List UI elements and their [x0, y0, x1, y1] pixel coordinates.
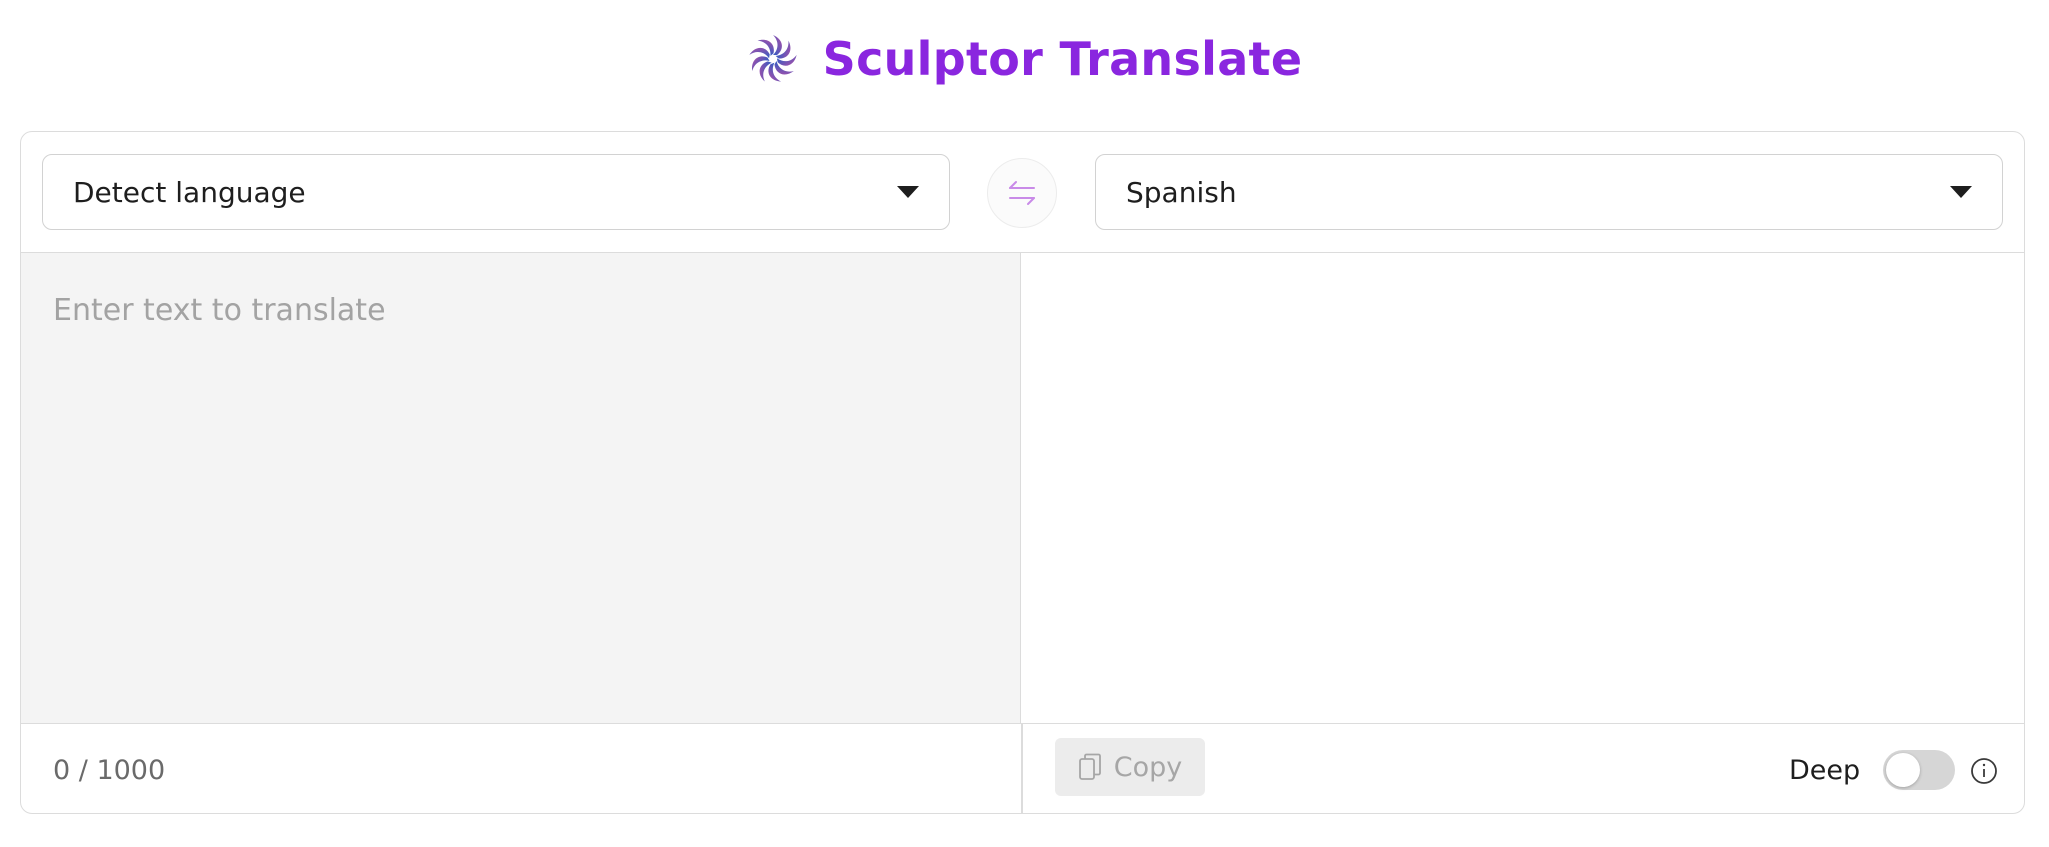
copy-button-label: Copy [1113, 751, 1183, 783]
target-language-label: Spanish [1126, 175, 1237, 209]
chevron-down-icon [1950, 186, 1972, 198]
copy-icon [1078, 753, 1101, 780]
source-pane [21, 253, 1021, 723]
deep-mode-toggle[interactable] [1883, 750, 1955, 790]
spiral-logo-icon [749, 35, 797, 82]
swap-arrows-icon [1009, 181, 1035, 205]
source-language-select[interactable]: Detect language [42, 154, 950, 230]
info-icon[interactable] [1969, 756, 1999, 786]
copy-button[interactable]: Copy [1055, 738, 1205, 796]
chevron-down-icon [897, 186, 919, 198]
source-language-label: Detect language [73, 175, 306, 209]
target-language-select[interactable]: Spanish [1095, 154, 2003, 230]
app-header: Sculptor Translate [0, 0, 2049, 118]
deep-mode-label: Deep [1789, 754, 1861, 786]
language-bar: Detect language Spanish [21, 132, 2024, 253]
source-text-input[interactable] [21, 253, 1020, 723]
translator-card: Detect language Spanish 0 / 1000 [20, 131, 2025, 814]
translation-output [1021, 253, 2024, 723]
toggle-knob [1886, 753, 1920, 787]
footer-bar: 0 / 1000 Copy Deep [21, 723, 2024, 813]
swap-languages-button[interactable] [987, 158, 1057, 228]
app-title: Sculptor Translate [822, 32, 1303, 86]
footer-divider [1021, 724, 1023, 813]
character-counter: 0 / 1000 [53, 754, 166, 786]
